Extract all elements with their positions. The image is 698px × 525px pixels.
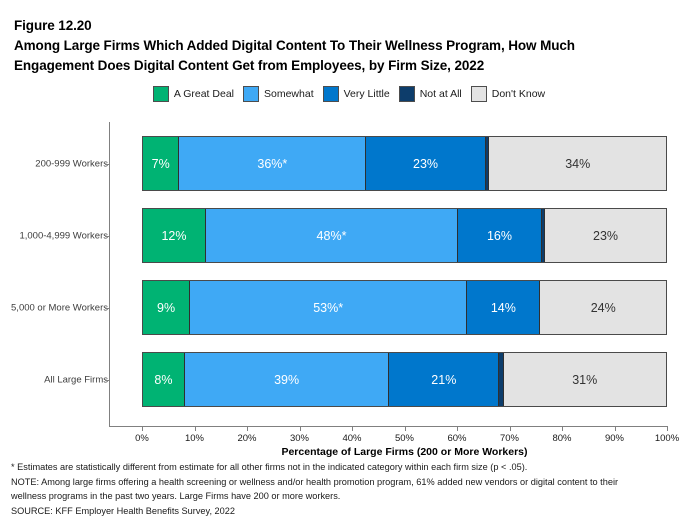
bar-segment-value: 9% bbox=[157, 300, 176, 315]
bar-segment-value: 16% bbox=[486, 228, 513, 243]
bar-segment[interactable]: 7% bbox=[143, 137, 180, 190]
x-axis-tick bbox=[404, 426, 406, 431]
x-axis-title: Percentage of Large Firms (200 or More W… bbox=[281, 446, 528, 458]
x-axis-tick bbox=[562, 426, 563, 431]
bar-segment-value: 24% bbox=[590, 300, 616, 315]
footnotes-block: * Estimates are statistically different … bbox=[11, 460, 691, 518]
legend-swatch-icon bbox=[243, 86, 259, 102]
bar-segment-value: 12% bbox=[161, 228, 187, 243]
y-axis-category-label: All Large Firms bbox=[44, 374, 108, 385]
footnote-significance: * Estimates are statistically different … bbox=[11, 462, 528, 472]
y-axis-category-label: 1,000-4,999 Workers bbox=[19, 230, 108, 241]
bar-segment-value: 31% bbox=[572, 372, 598, 387]
x-axis-tick-label: 90% bbox=[604, 433, 625, 444]
y-axis-tick bbox=[105, 235, 110, 237]
x-axis-tick bbox=[509, 426, 511, 431]
x-axis-tick bbox=[247, 426, 248, 431]
legend-item-label: Somewhat bbox=[264, 88, 314, 100]
bar-segment-value: 23% bbox=[593, 228, 619, 243]
legend-swatch-icon bbox=[398, 86, 415, 102]
bar-segment-value: 14% bbox=[490, 300, 516, 315]
stacked-bar-row[interactable]: 9% 53%* 14% 24% bbox=[142, 280, 667, 335]
bar-segment[interactable]: 23% bbox=[545, 209, 666, 262]
bar-segment[interactable]: 14% bbox=[467, 281, 541, 334]
x-axis-tick-label: 50% bbox=[394, 433, 415, 444]
legend-item[interactable]: Not at All bbox=[398, 86, 462, 102]
figure-number: Figure 12.20 bbox=[14, 18, 92, 33]
legend-item-label: Very Little bbox=[343, 88, 390, 100]
legend-item-label: Don't Know bbox=[491, 88, 546, 100]
x-axis-tick bbox=[352, 426, 353, 431]
y-axis-category-label: 200-999 Workers bbox=[35, 158, 108, 169]
chart-legend: A Great Deal Somewhat Very Little Not at Al… bbox=[0, 86, 698, 102]
figure-title-line-2: Engagement Does Digital Content Get from… bbox=[14, 58, 485, 73]
bar-segment[interactable]: 21% bbox=[389, 353, 500, 406]
figure-title-line-1: Among Large Firms Which Added Digital Co… bbox=[14, 38, 575, 53]
stacked-bar-row[interactable]: 12% 48%* 16% 23% bbox=[142, 208, 667, 263]
bar-segment-value: 36%* bbox=[257, 156, 288, 171]
x-axis-tick bbox=[614, 426, 616, 431]
bar-segment-value: 23% bbox=[413, 156, 439, 171]
bar-segment[interactable]: 48%* bbox=[206, 209, 458, 262]
x-axis-tick bbox=[667, 426, 668, 431]
figure-title-block: Figure 12.20 Among Large Firms Which Add… bbox=[14, 16, 684, 76]
stacked-bar-row[interactable]: 8% 39% 21% 31% bbox=[142, 352, 667, 407]
legend-item[interactable]: Don't Know bbox=[470, 86, 546, 102]
legend-item[interactable]: Somewhat bbox=[243, 86, 314, 102]
bar-segment[interactable]: 34% bbox=[489, 137, 666, 190]
bar-segment-value: 7% bbox=[151, 156, 170, 171]
legend-swatch-icon bbox=[152, 86, 169, 102]
x-axis-tick-label: 20% bbox=[237, 433, 257, 444]
y-axis-tick bbox=[105, 379, 110, 381]
bar-segment[interactable]: 36%* bbox=[179, 137, 367, 190]
legend-swatch-icon bbox=[322, 86, 339, 102]
x-axis-tick bbox=[299, 426, 301, 431]
bar-segment-value: 21% bbox=[431, 372, 457, 387]
y-axis-tick bbox=[105, 307, 110, 309]
bar-segment[interactable]: 31% bbox=[503, 353, 666, 406]
x-axis-tick-label: 30% bbox=[289, 433, 310, 444]
bar-segment-value: 8% bbox=[154, 372, 173, 387]
y-axis-tick bbox=[105, 163, 110, 165]
bar-segment-value: 53%* bbox=[313, 300, 344, 315]
bar-segment[interactable]: 16% bbox=[458, 209, 542, 262]
legend-item-label: Not at All bbox=[419, 88, 462, 100]
y-axis-category-label: 5,000 or More Workers bbox=[11, 302, 108, 313]
x-axis-tick-label: 80% bbox=[552, 433, 572, 444]
stacked-bar-row[interactable]: 7% 36%* 23% 34% bbox=[142, 136, 667, 191]
legend-item[interactable]: A Great Deal bbox=[152, 86, 234, 102]
bar-segment[interactable]: 24% bbox=[540, 281, 666, 334]
bar-segment[interactable]: 8% bbox=[143, 353, 185, 406]
bar-segment[interactable]: 53%* bbox=[190, 281, 468, 334]
x-axis-tick-label: 0% bbox=[135, 433, 149, 444]
x-axis-tick bbox=[457, 426, 458, 431]
bar-segment-value: 34% bbox=[565, 156, 591, 171]
x-axis-tick-label: 40% bbox=[342, 433, 362, 444]
bar-segment[interactable]: 12% bbox=[143, 209, 206, 262]
bar-segment[interactable]: 39% bbox=[184, 353, 390, 406]
x-axis-tick bbox=[142, 426, 143, 431]
bar-segment-value: 48%* bbox=[316, 228, 347, 243]
x-axis-tick-label: 10% bbox=[184, 433, 205, 444]
chart-plot-area: 200-999 Workers 7% 36%* 23% 34% 1,000-4,999 W… bbox=[0, 118, 698, 458]
bar-segment[interactable]: 9% bbox=[143, 281, 191, 334]
x-axis-tick-label: 100% bbox=[654, 433, 680, 444]
footnote-source: SOURCE: KFF Employer Health Benefits Sur… bbox=[11, 505, 235, 516]
bar-segment[interactable]: 23% bbox=[366, 137, 486, 190]
x-axis-tick-label: 60% bbox=[447, 433, 467, 444]
legend-item[interactable]: Very Little bbox=[322, 86, 390, 102]
bar-segment-value: 39% bbox=[274, 372, 300, 387]
footnote-note-line-1: NOTE: Among large firms offering a healt… bbox=[11, 476, 619, 487]
legend-swatch-icon bbox=[470, 86, 487, 102]
legend-item-label: A Great Deal bbox=[173, 88, 234, 100]
x-axis-line bbox=[109, 426, 667, 427]
footnote-note-line-2: wellness programs in the past two years.… bbox=[11, 491, 341, 501]
x-axis-tick-label: 70% bbox=[499, 433, 520, 444]
x-axis-tick bbox=[194, 426, 196, 431]
